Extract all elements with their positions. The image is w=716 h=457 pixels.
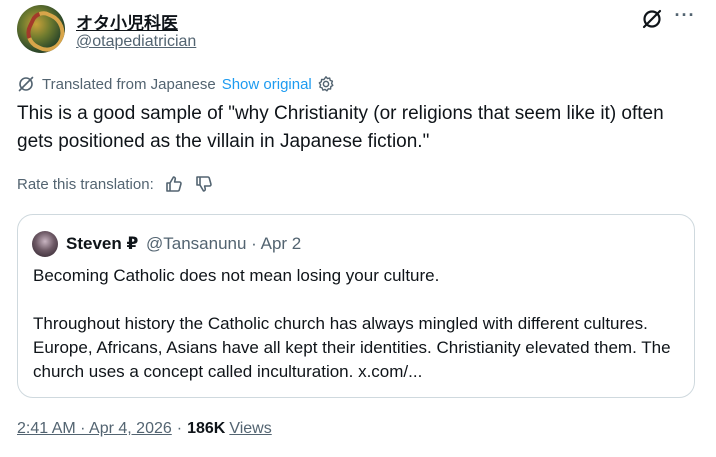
show-original-link[interactable]: Show original <box>222 76 312 93</box>
thumbs-down-icon[interactable] <box>194 174 214 194</box>
author-display-name[interactable]: オタ小児科医 <box>76 9 178 34</box>
quoted-handle-date: @Tansanunu · Apr 2 <box>146 234 302 253</box>
tweet-footer: 2:41 AM · Apr 4, 2026 · 186K Views <box>17 420 272 438</box>
grok-icon[interactable] <box>641 8 663 30</box>
quoted-tweet[interactable]: Steven ₽ @Tansanunu · Apr 2 Becoming Cat… <box>17 214 695 398</box>
author-handle[interactable]: @otapediatrician <box>76 33 196 51</box>
gear-icon[interactable] <box>317 75 335 93</box>
tweet-text: This is a good sample of "why Christiani… <box>17 103 664 152</box>
more-icon[interactable]: ··· <box>672 4 698 30</box>
translated-label: Translated from Japanese <box>42 75 216 93</box>
views-link[interactable]: Views <box>229 420 271 438</box>
avatar[interactable] <box>17 5 65 53</box>
quoted-text-paragraph-2: Throughout history the Catholic church h… <box>33 314 671 381</box>
quoted-text-paragraph-1: Becoming Catholic does not mean losing y… <box>33 266 440 285</box>
tweet-header: オタ小児科医 @otapediatrician ··· <box>17 4 707 54</box>
quoted-display-name: Steven ₽ <box>66 234 139 253</box>
rate-label: Rate this translation: <box>17 175 154 193</box>
quoted-avatar[interactable] <box>32 231 58 257</box>
translation-notice: Translated from Japanese Show original <box>17 74 335 94</box>
footer-separator: · <box>176 420 183 437</box>
views-count: 186K <box>187 420 226 437</box>
translate-icon <box>18 76 34 92</box>
rate-translation: Rate this translation: <box>17 174 214 194</box>
timestamp-link[interactable]: 2:41 AM · Apr 4, 2026 <box>17 420 172 438</box>
thumbs-up-icon[interactable] <box>164 174 184 194</box>
